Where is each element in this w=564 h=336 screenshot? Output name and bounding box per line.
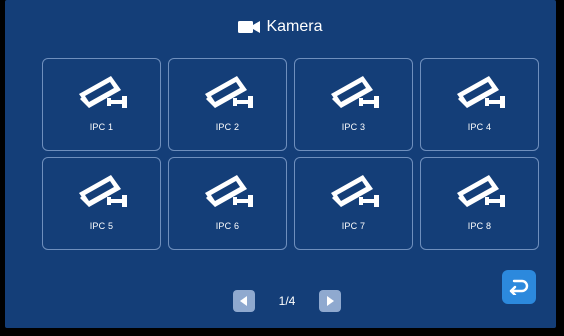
camera-tile-ipc-3[interactable]: IPC 3 [294,58,413,151]
header: Kamera [5,14,556,40]
back-button[interactable] [502,270,536,304]
triangle-right-icon [327,296,334,306]
cctv-camera-icon [456,76,505,108]
cctv-camera-icon [330,76,379,108]
cctv-camera-icon [204,175,253,207]
cctv-camera-icon [204,76,253,108]
camera-tile-ipc-7[interactable]: IPC 7 [294,157,413,250]
cctv-camera-icon [456,175,505,207]
camera-screen: Kamera IPC 1 IPC 2 IPC 3 IPC 4 IPC 5 IPC… [5,0,556,328]
camera-tile-ipc-2[interactable]: IPC 2 [168,58,287,151]
camera-tile-ipc-8[interactable]: IPC 8 [420,157,539,250]
page-indicator: 1/4 [278,294,296,308]
camera-label: IPC 5 [89,221,114,231]
prev-page-button[interactable] [233,290,255,312]
camera-grid: IPC 1 IPC 2 IPC 3 IPC 4 IPC 5 IPC 6 IPC … [42,58,539,250]
triangle-left-icon [240,296,247,306]
pagination: 1/4 [233,290,341,312]
page-title: Kamera [266,18,323,35]
return-arrow-icon [509,279,529,295]
camera-tile-ipc-1[interactable]: IPC 1 [42,58,161,151]
camera-label: IPC 4 [467,122,492,132]
video-camera-icon [238,21,261,33]
camera-label: IPC 1 [89,122,114,132]
next-page-button[interactable] [319,290,341,312]
cctv-camera-icon [78,76,127,108]
cctv-camera-icon [330,175,379,207]
camera-tile-ipc-6[interactable]: IPC 6 [168,157,287,250]
cctv-camera-icon [78,175,127,207]
camera-label: IPC 7 [341,221,366,231]
camera-label: IPC 8 [467,221,492,231]
camera-tile-ipc-4[interactable]: IPC 4 [420,58,539,151]
camera-label: IPC 2 [215,122,240,132]
camera-label: IPC 6 [215,221,240,231]
camera-tile-ipc-5[interactable]: IPC 5 [42,157,161,250]
camera-label: IPC 3 [341,122,366,132]
